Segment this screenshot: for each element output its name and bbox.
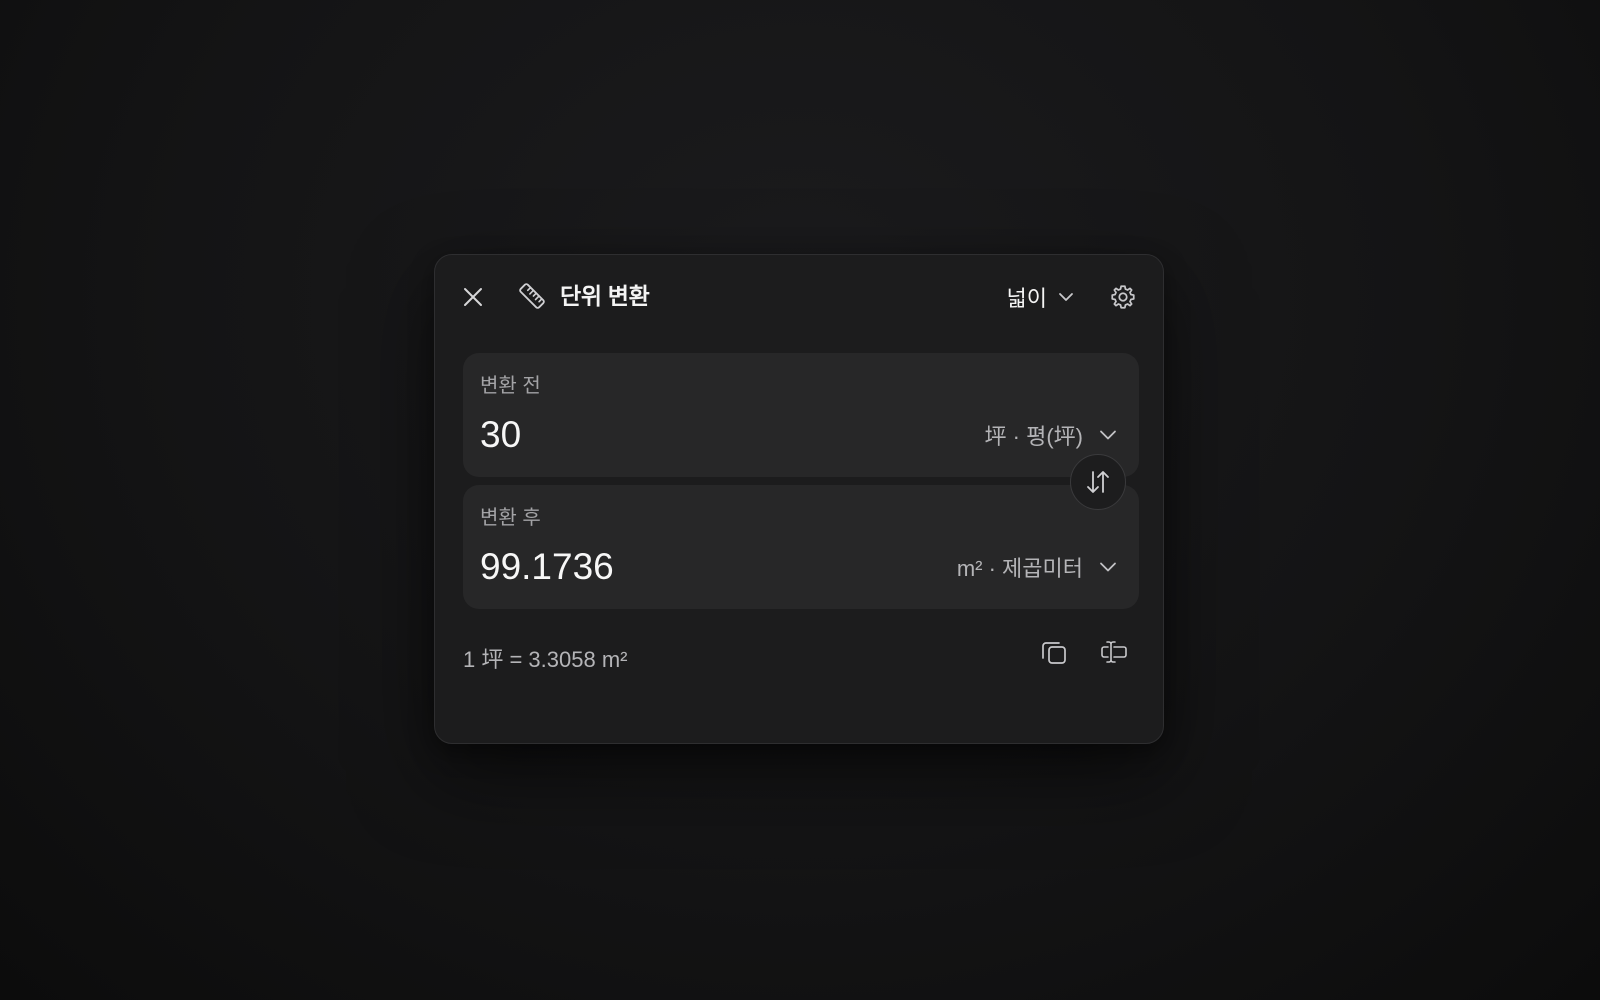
swap-units-button[interactable] [1070, 454, 1126, 510]
category-dropdown[interactable]: 넓이 [1007, 281, 1075, 313]
ruler-icon [517, 281, 547, 311]
page-title: 단위 변환 [560, 283, 650, 309]
to-field: 변환 후 m² · 제곱미터 [463, 485, 1139, 609]
conversion-rate: 1 坪 = 3.3058 m² [463, 647, 628, 672]
header: 단위 변환 넓이 [435, 255, 1163, 339]
from-value-input[interactable] [480, 413, 860, 457]
chevron-down-icon [1100, 430, 1116, 440]
close-button[interactable] [455, 279, 491, 315]
copy-button[interactable] [1035, 633, 1073, 671]
gear-icon [1111, 285, 1135, 309]
from-field: 변환 전 坪 · 평(坪) [463, 353, 1139, 477]
chevron-down-icon [1059, 293, 1073, 301]
unit-converter-panel: 단위 변환 넓이 변환 전 坪 · 평(坪) 변환 후 m² · 제곱 [434, 254, 1164, 744]
to-value-output[interactable] [480, 545, 860, 589]
to-unit-label: m² · 제곱미터 [956, 556, 1083, 581]
to-label: 변환 후 [480, 507, 541, 529]
category-label: 넓이 [1006, 286, 1047, 311]
swap-vertical-icon [1087, 471, 1109, 493]
from-unit-label: 坪 · 평(坪) [984, 424, 1083, 449]
copy-icon [1042, 642, 1066, 664]
from-unit-select[interactable]: 坪 · 평(坪) [985, 419, 1119, 451]
from-label: 변환 전 [480, 375, 541, 397]
to-unit-select[interactable]: m² · 제곱미터 [957, 551, 1119, 583]
close-icon [464, 288, 482, 306]
chevron-down-icon [1100, 562, 1116, 572]
text-cursor-icon [1101, 641, 1127, 663]
settings-button[interactable] [1105, 279, 1141, 315]
text-cursor-button[interactable] [1095, 633, 1133, 671]
